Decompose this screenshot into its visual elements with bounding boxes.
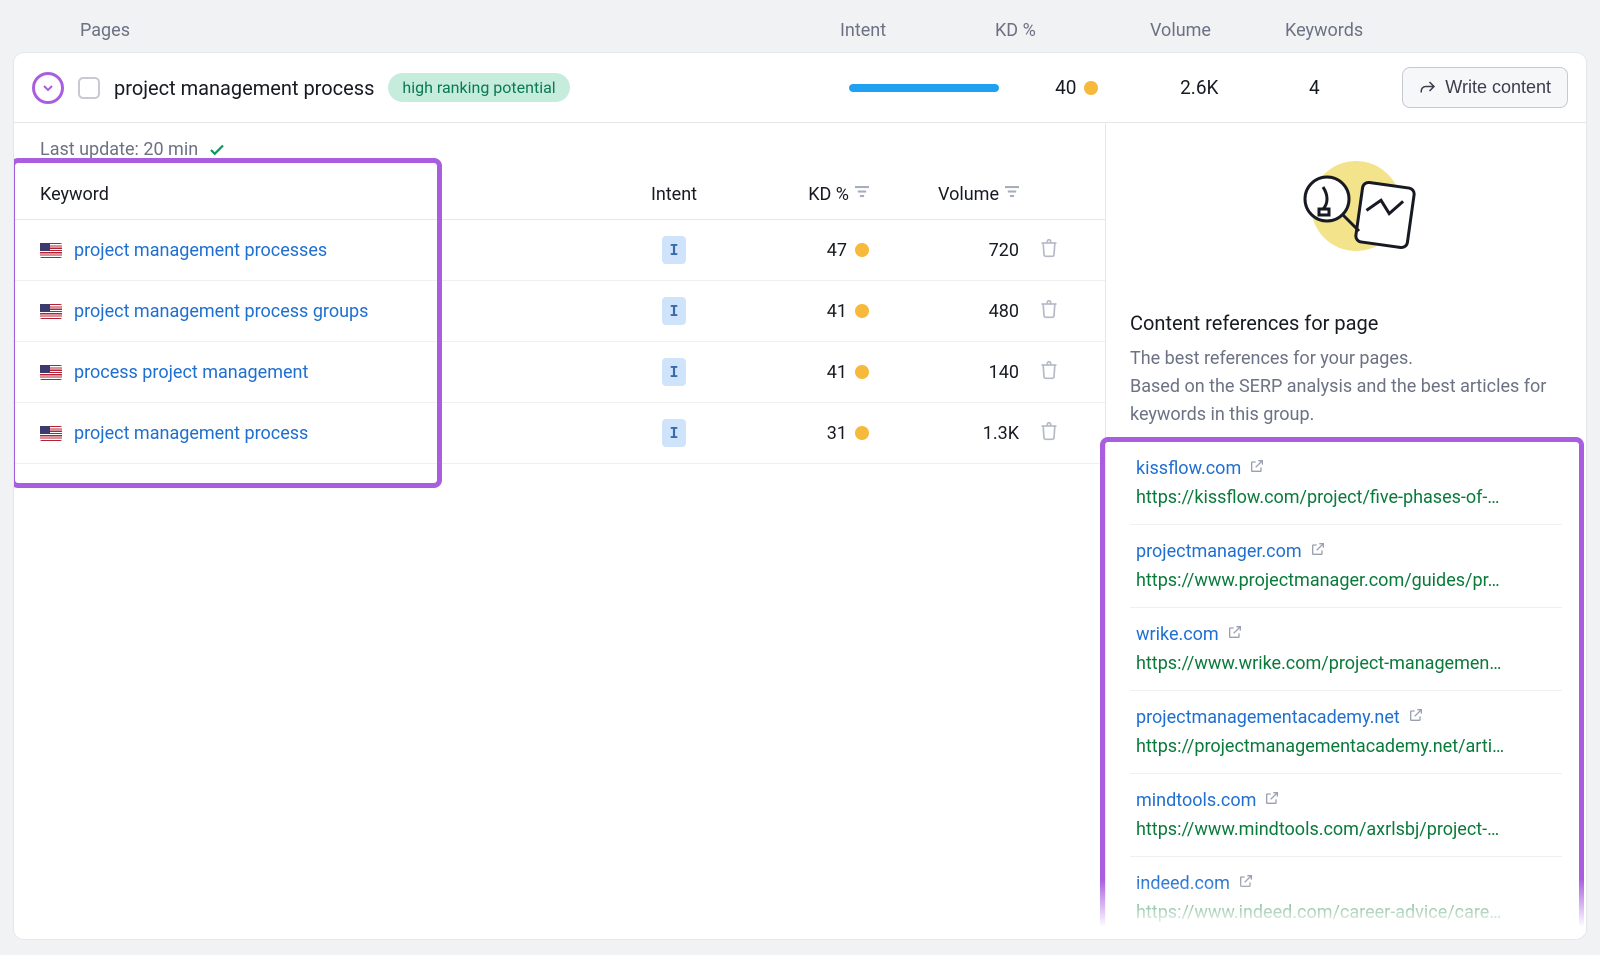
header-col-pages: Pages [80, 20, 840, 41]
write-content-label: Write content [1445, 77, 1551, 98]
reference-url: https://www.mindtools.com/axrlsbj/projec… [1136, 819, 1556, 840]
volume-cell: 140 [869, 362, 1019, 383]
reference-domain-link[interactable]: projectmanager.com [1136, 541, 1302, 562]
idea-illustration [1271, 151, 1421, 275]
chevron-down-icon [40, 80, 56, 96]
reference-url: https://www.wrike.com/project-managemen… [1136, 653, 1556, 674]
header-col-keywords: Keywords [1285, 20, 1405, 41]
kd-cell: 31 [739, 423, 869, 444]
reference-item: kissflow.com https://kissflow.com/projec… [1130, 441, 1562, 524]
intent-tag: I [662, 358, 686, 386]
reference-domain-link[interactable]: mindtools.com [1136, 790, 1256, 811]
select-checkbox[interactable] [78, 77, 100, 99]
intent-bar [849, 84, 999, 92]
page-title: project management process [114, 76, 374, 100]
trash-icon [1039, 421, 1059, 441]
kd-difficulty-dot [855, 304, 869, 318]
reference-item: wrike.com https://www.wrike.com/project-… [1130, 607, 1562, 690]
reference-url: https://www.indeed.com/career-advice/car… [1136, 902, 1556, 923]
us-flag-icon [40, 243, 62, 258]
keyword-link[interactable]: project management processes [74, 240, 327, 261]
summary-keywords-count: 4 [1264, 76, 1364, 99]
kd-cell: 41 [739, 362, 869, 383]
col-intent: Intent [609, 184, 739, 205]
reference-domain-link[interactable]: kissflow.com [1136, 458, 1241, 479]
reference-domain-link[interactable]: indeed.com [1136, 873, 1230, 894]
references-description: The best references for your pages. Base… [1130, 345, 1562, 429]
keyword-link[interactable]: project management process [74, 423, 308, 444]
checkmark-icon [208, 141, 226, 159]
reference-item: indeed.com https://www.indeed.com/career… [1130, 856, 1562, 939]
kd-cell: 47 [739, 240, 869, 261]
volume-cell: 720 [869, 240, 1019, 261]
intent-tag: I [662, 297, 686, 325]
delete-button[interactable] [1019, 238, 1079, 263]
external-link-icon [1227, 624, 1243, 644]
col-volume[interactable]: Volume [869, 184, 1019, 205]
volume-cell: 480 [869, 301, 1019, 322]
sort-icon [855, 184, 869, 205]
header-col-volume: Volume [1150, 20, 1285, 41]
external-link-icon [1264, 790, 1280, 810]
reference-url: https://www.projectmanager.com/guides/pr… [1136, 570, 1556, 591]
keyword-link[interactable]: project management process groups [74, 301, 368, 322]
reference-item: projectmanager.com https://www.projectma… [1130, 524, 1562, 607]
intent-tag: I [662, 419, 686, 447]
page-summary-row: project management process high ranking … [14, 53, 1586, 123]
references-title: Content references for page [1130, 311, 1562, 335]
keyword-table-header: Keyword Intent KD % Volume [14, 170, 1105, 220]
reference-item: projectmanagementacademy.net https://pro… [1130, 690, 1562, 773]
col-keyword: Keyword [40, 184, 609, 205]
intent-tag: I [662, 236, 686, 264]
trash-icon [1039, 238, 1059, 258]
trash-icon [1039, 299, 1059, 319]
us-flag-icon [40, 426, 62, 441]
volume-cell: 1.3K [869, 423, 1019, 444]
delete-button[interactable] [1019, 299, 1079, 324]
delete-button[interactable] [1019, 360, 1079, 385]
reference-url: https://projectmanagementacademy.net/art… [1136, 736, 1556, 757]
reference-item: mindtools.com https://www.mindtools.com/… [1130, 773, 1562, 856]
table-top-header: Pages Intent KD % Volume Keywords [14, 10, 1586, 53]
ranking-potential-badge: high ranking potential [388, 73, 569, 102]
delete-button[interactable] [1019, 421, 1079, 446]
col-kd[interactable]: KD % [739, 184, 869, 205]
table-row: project management process I 31 1.3K [14, 403, 1105, 464]
page-card: project management process high ranking … [14, 53, 1586, 939]
us-flag-icon [40, 365, 62, 380]
summary-volume: 2.6K [1134, 76, 1264, 99]
summary-kd: 40 [1019, 76, 1134, 99]
kd-difficulty-dot [855, 243, 869, 257]
us-flag-icon [40, 304, 62, 319]
header-col-intent: Intent [840, 20, 995, 41]
header-col-kd: KD % [995, 20, 1150, 41]
expand-toggle[interactable] [32, 72, 64, 104]
kd-difficulty-dot [855, 365, 869, 379]
share-arrow-icon [1419, 79, 1437, 97]
external-link-icon [1310, 541, 1326, 561]
table-row: process project management I 41 140 [14, 342, 1105, 403]
kd-cell: 41 [739, 301, 869, 322]
reference-domain-link[interactable]: wrike.com [1136, 624, 1219, 645]
keyword-link[interactable]: process project management [74, 362, 308, 383]
reference-url: https://kissflow.com/project/five-phases… [1136, 487, 1556, 508]
write-content-button[interactable]: Write content [1402, 67, 1568, 108]
kd-difficulty-dot [855, 426, 869, 440]
keyword-table: Keyword Intent KD % Volume [14, 170, 1105, 464]
sort-icon [1005, 184, 1019, 205]
reference-domain-link[interactable]: projectmanagementacademy.net [1136, 707, 1400, 728]
trash-icon [1039, 360, 1059, 380]
table-row: project management processes I 47 720 [14, 220, 1105, 281]
external-link-icon [1408, 707, 1424, 727]
external-link-icon [1238, 873, 1254, 893]
last-update: Last update: 20 min [14, 123, 1105, 170]
external-link-icon [1249, 458, 1265, 478]
kd-difficulty-dot [1084, 81, 1098, 95]
table-row: project management process groups I 41 4… [14, 281, 1105, 342]
